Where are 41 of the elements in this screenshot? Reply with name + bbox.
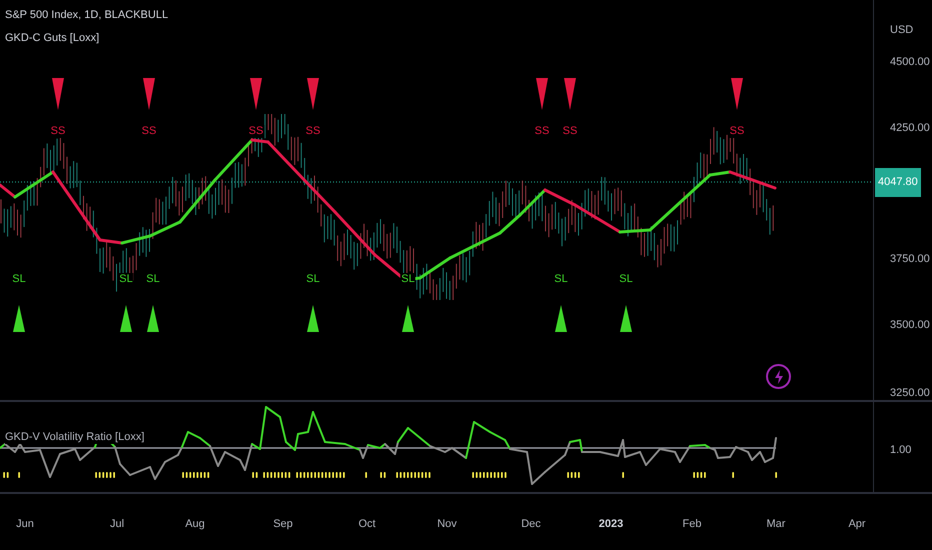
lightning-icon[interactable] xyxy=(766,364,791,389)
buy-triangle-icon xyxy=(555,305,567,332)
sell-signal-label: SS xyxy=(728,125,746,138)
price-tick: 3250.00 xyxy=(890,386,930,401)
currency-label: USD xyxy=(890,23,914,38)
time-tick: Jul xyxy=(110,517,124,532)
buy-triangle-icon xyxy=(620,305,632,332)
sell-triangle-icon xyxy=(564,78,576,110)
sell-triangle-icon xyxy=(536,78,548,110)
indicator-title: GKD-C Guts [Loxx] xyxy=(5,31,100,45)
symbol-title: S&P 500 Index, 1D, BLACKBULL xyxy=(5,8,168,22)
time-tick: Dec xyxy=(521,517,541,532)
level-label: 1.00 xyxy=(890,443,912,458)
time-tick: Feb xyxy=(682,517,702,532)
price-tick: 4250.00 xyxy=(890,120,930,136)
time-tick: Apr xyxy=(848,517,866,532)
price-tick: 3500.00 xyxy=(890,318,930,333)
sell-triangle-icon xyxy=(52,78,64,110)
sell-triangle-icon xyxy=(143,78,155,110)
sell-triangle-icon xyxy=(250,78,262,110)
price-tick: 3750.00 xyxy=(890,252,930,267)
time-tick: Mar xyxy=(766,517,786,532)
buy-triangle-icon xyxy=(13,305,25,332)
buy-triangle-icon xyxy=(147,305,159,332)
last-price-label: 4047.80 xyxy=(875,168,921,197)
buy-triangle-icon xyxy=(120,305,132,332)
sell-triangle-icon xyxy=(731,78,743,110)
sell-signal-label: SS xyxy=(50,125,66,138)
time-tick: Oct xyxy=(358,517,376,532)
time-tick: Nov xyxy=(437,517,457,532)
sell-signal-label: SS xyxy=(248,125,264,138)
oscillator-title: GKD-V Volatility Ratio [Loxx] xyxy=(5,430,144,444)
time-tick: Sep xyxy=(273,517,293,532)
time-tick: Jun xyxy=(16,517,34,532)
sell-triangle-icon xyxy=(307,78,319,110)
time-tick: Aug xyxy=(185,517,205,532)
buy-signal-label: SL xyxy=(118,273,134,286)
price-tick: 4500.00 xyxy=(890,54,930,70)
buy-triangle-icon xyxy=(307,305,319,332)
buy-triangle-icon xyxy=(402,305,414,332)
time-tick: 2023 xyxy=(598,517,624,532)
